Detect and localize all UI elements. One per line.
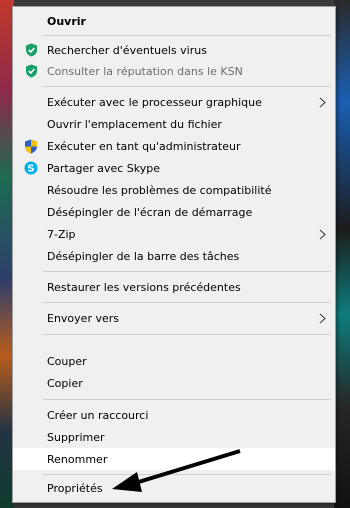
chevron-right-icon [317, 227, 327, 241]
menu-item-label: Supprimer [47, 430, 105, 444]
menu-item-label: Ouvrir l'emplacement du fichier [47, 117, 222, 131]
menu-item-send-to[interactable]: Envoyer vers [13, 307, 335, 329]
menu-item-share-skype[interactable]: S Partager avec Skype [13, 157, 335, 179]
menu-separator [43, 86, 331, 87]
menu-item-unpin-start[interactable]: Désépingler de l'écran de démarrage [13, 201, 335, 223]
menu-item-run-as-admin[interactable]: Exécuter en tant qu'administrateur [13, 135, 335, 157]
menu-item-ksn-reputation[interactable]: Consulter la réputation dans le KSN [13, 60, 335, 82]
menu-item-7zip[interactable]: 7-Zip [13, 223, 335, 245]
uac-shield-icon [24, 139, 38, 153]
menu-separator [43, 399, 331, 400]
svg-text:S: S [27, 164, 34, 175]
menu-item-scan-virus[interactable]: Rechercher d'éventuels virus [13, 39, 335, 61]
menu-item-delete[interactable]: Supprimer [13, 426, 335, 448]
menu-separator [43, 334, 331, 335]
menu-item-troubleshoot-compat[interactable]: Résoudre les problèmes de compatibilité [13, 179, 335, 201]
kaspersky-shield-icon [24, 43, 38, 57]
menu-item-label: Partager avec Skype [47, 161, 161, 175]
menu-item-label: Rechercher d'éventuels virus [47, 43, 207, 57]
menu-item-label: Désépingler de la barre des tâches [47, 249, 240, 263]
menu-item-copy[interactable]: Copier [13, 372, 335, 394]
menu-item-rename[interactable]: Renommer [13, 448, 335, 470]
menu-item-label: Propriétés [47, 481, 103, 495]
menu-item-label: Exécuter en tant qu'administrateur [47, 139, 241, 153]
desktop-strip-right [334, 0, 350, 508]
menu-item-label: Couper [47, 354, 87, 368]
menu-item-label: Créer un raccourci [47, 408, 149, 422]
menu-item-open[interactable]: Ouvrir [13, 10, 335, 32]
menu-item-restore-versions[interactable]: Restaurer les versions précédentes [13, 276, 335, 298]
menu-item-label: Renommer [47, 452, 108, 466]
menu-item-properties[interactable]: Propriétés [13, 477, 335, 499]
menu-item-run-gpu[interactable]: Exécuter avec le processeur graphique [13, 91, 335, 113]
kaspersky-shield-icon [24, 64, 38, 78]
menu-item-label: Restaurer les versions précédentes [47, 280, 241, 294]
menu-item-create-shortcut[interactable]: Créer un raccourci [13, 404, 335, 426]
menu-item-label: Copier [47, 376, 83, 390]
menu-separator [43, 302, 331, 303]
menu-item-unpin-taskbar[interactable]: Désépingler de la barre des tâches [13, 245, 335, 267]
menu-separator [43, 271, 331, 272]
menu-item-cut[interactable]: Couper [13, 350, 335, 372]
menu-item-open-location[interactable]: Ouvrir l'emplacement du fichier [13, 113, 335, 135]
chevron-right-icon [317, 311, 327, 325]
menu-separator [43, 35, 331, 36]
menu-item-label: Résoudre les problèmes de compatibilité [47, 183, 272, 197]
menu-item-label: 7-Zip [47, 227, 76, 241]
skype-icon: S [24, 161, 38, 175]
menu-separator [43, 474, 331, 475]
menu-item-label: Consulter la réputation dans le KSN [47, 64, 243, 78]
menu-item-label: Ouvrir [47, 14, 86, 28]
menu-item-label: Désépingler de l'écran de démarrage [47, 205, 253, 219]
menu-item-label: Exécuter avec le processeur graphique [47, 95, 262, 109]
menu-item-label: Envoyer vers [47, 311, 119, 325]
context-menu: Ouvrir Rechercher d'éventuels virus Cons… [12, 6, 336, 503]
chevron-right-icon [317, 95, 327, 109]
